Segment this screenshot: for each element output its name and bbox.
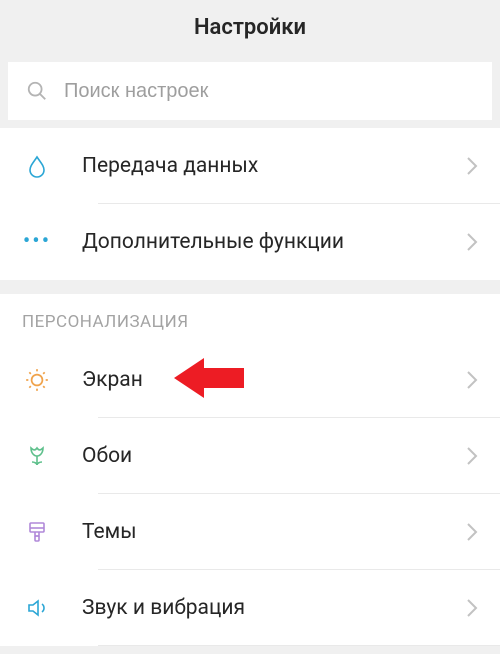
row-label: Передача данных: [82, 154, 466, 178]
row-label: Дополнительные функции: [82, 230, 466, 254]
chevron-right-icon: [466, 446, 478, 466]
row-wallpaper[interactable]: Обои: [0, 418, 500, 494]
sun-icon: [22, 367, 52, 393]
dots-icon: •••: [22, 231, 52, 253]
row-label: Экран: [82, 368, 466, 392]
chevron-right-icon: [466, 232, 478, 252]
row-label: Звук и вибрация: [82, 596, 466, 620]
row-additional-functions[interactable]: ••• Дополнительные функции: [0, 204, 500, 280]
section-gap: [0, 280, 500, 294]
search-container: [0, 54, 500, 128]
row-data-transfer[interactable]: Передача данных: [0, 128, 500, 204]
search-icon: [26, 80, 48, 102]
row-sound-vibration[interactable]: Звук и вибрация: [0, 570, 500, 646]
drop-icon: [22, 154, 52, 178]
row-themes[interactable]: Темы: [0, 494, 500, 570]
chevron-right-icon: [466, 370, 478, 390]
row-display[interactable]: Экран: [0, 342, 500, 418]
chevron-right-icon: [466, 156, 478, 176]
settings-group-top: Передача данных ••• Дополнительные функц…: [0, 128, 500, 280]
section-header-personalization: ПЕРСОНАЛИЗАЦИЯ: [0, 294, 500, 342]
chevron-right-icon: [466, 522, 478, 542]
row-label: Темы: [82, 520, 466, 544]
brush-icon: [22, 520, 52, 544]
tulip-icon: [22, 444, 52, 468]
header: Настройки: [0, 0, 500, 54]
settings-group-personalization: Экран Обои: [0, 342, 500, 646]
search-input[interactable]: [64, 80, 474, 103]
chevron-right-icon: [466, 598, 478, 618]
row-label: Обои: [82, 444, 466, 468]
page-title: Настройки: [194, 15, 306, 40]
speaker-icon: [22, 596, 52, 620]
search-box[interactable]: [8, 62, 492, 120]
